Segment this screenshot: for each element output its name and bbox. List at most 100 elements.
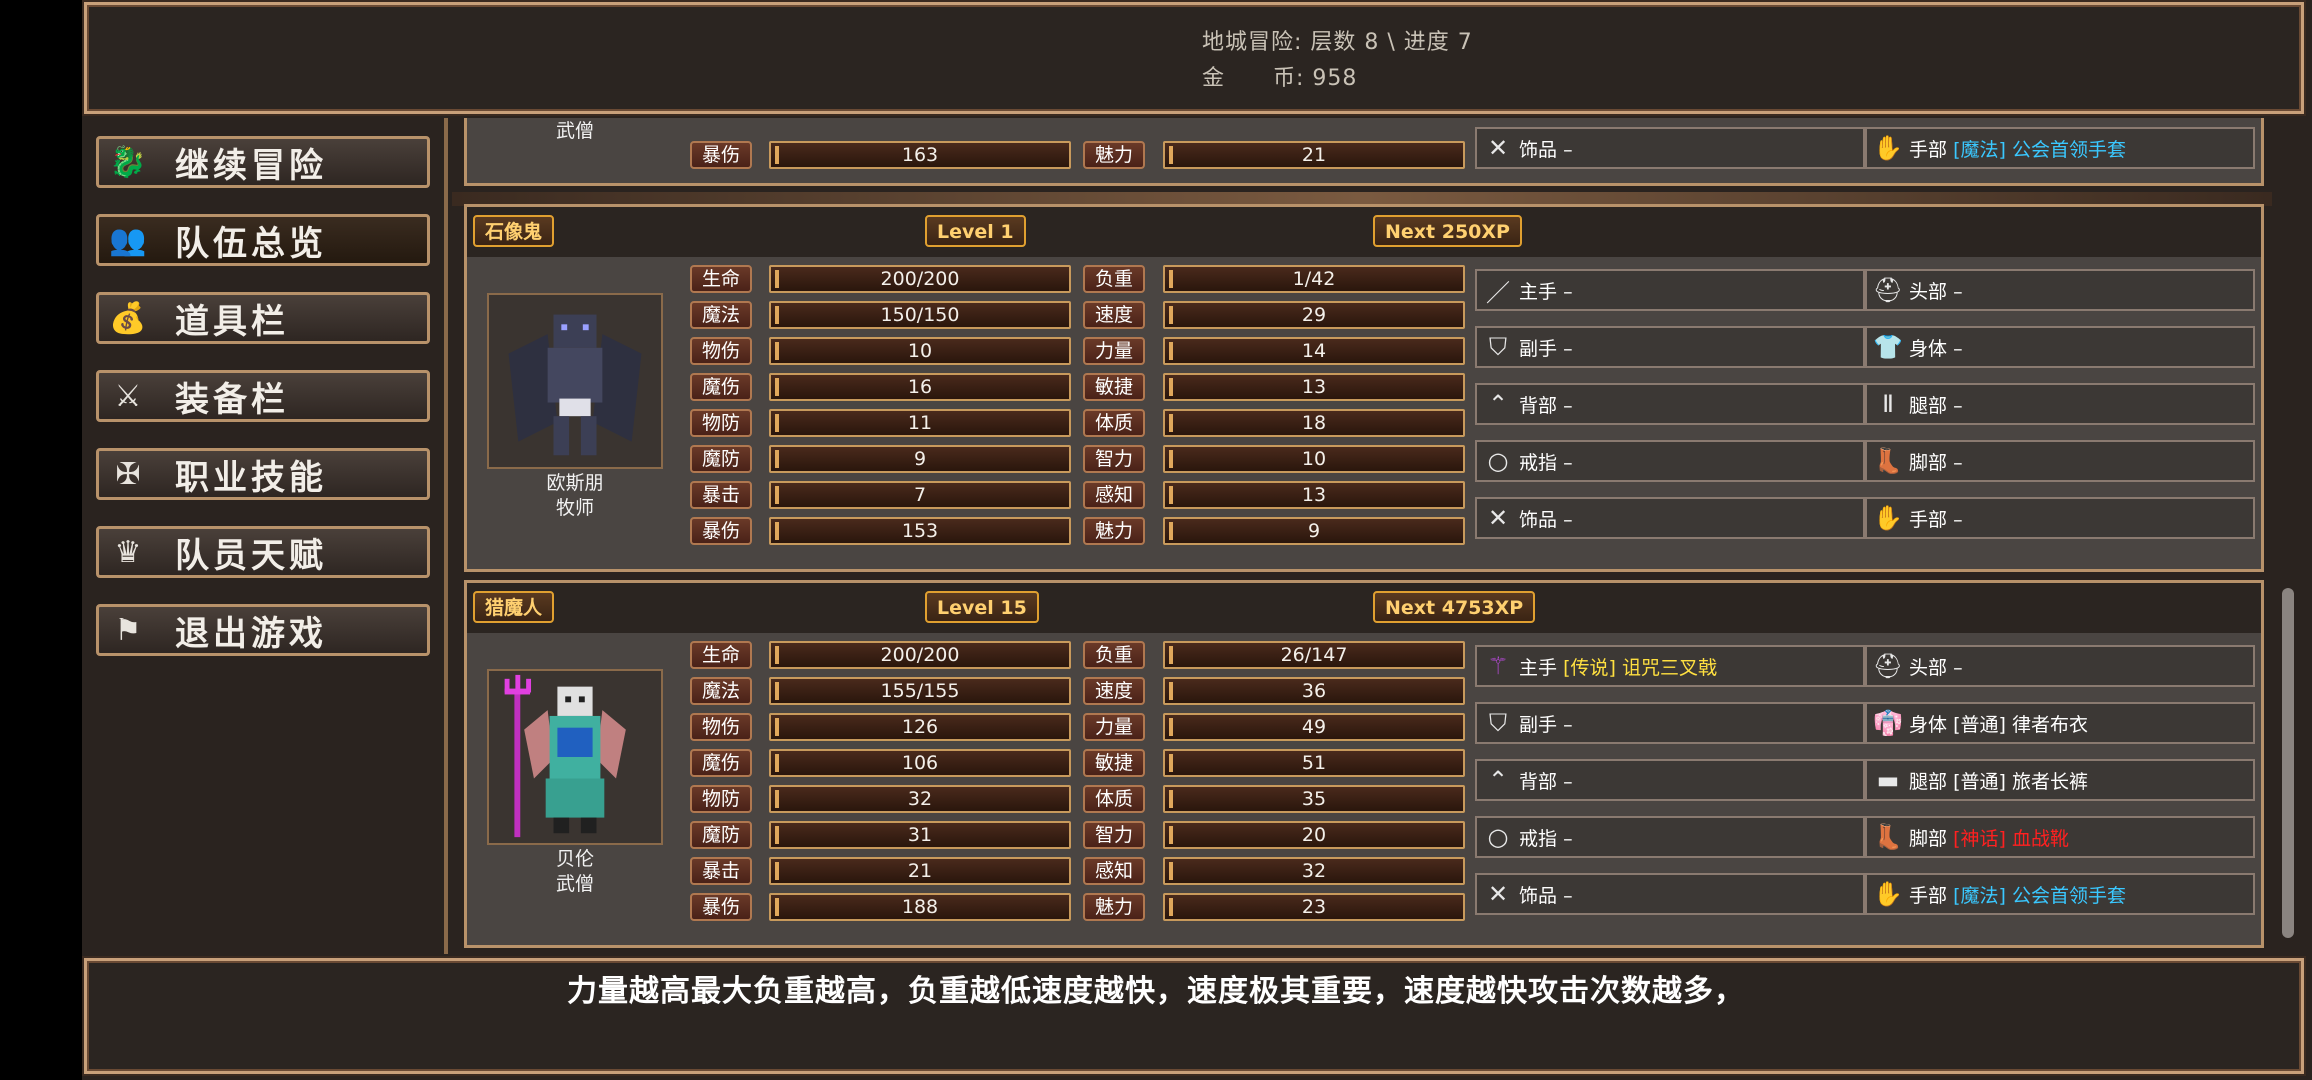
equip-slot[interactable]: ✕ 饰品 – (1475, 497, 1865, 539)
slot-name: 饰品 (1519, 884, 1558, 907)
item-name: 公会首领手套 (2011, 884, 2126, 907)
equip-slot[interactable]: ⌃ 背部 – (1475, 383, 1865, 425)
menu-button-2[interactable]: 💰 道具栏 (96, 292, 430, 344)
equip-slot[interactable]: ✕ 饰品 – (1475, 873, 1865, 915)
menu-button-5[interactable]: ♛ 队员天赋 (96, 526, 430, 578)
equip-slot[interactable]: ✋ 手部 [魔法] 公会首领手套 (1865, 873, 2255, 915)
item-tag: [传说] (1563, 656, 1616, 679)
crossed-tools-icon: ✕ (1487, 134, 1509, 162)
equip-slot[interactable]: ▬ 腿部 [普通] 旅者长裤 (1865, 759, 2255, 801)
member-portrait[interactable] (487, 669, 663, 845)
equip-slot[interactable]: ⚚ 主手 [传说] 诅咒三叉戟 (1475, 645, 1865, 687)
slot-name: 主手 (1519, 656, 1558, 679)
stat-label: 物防 (690, 785, 752, 813)
card-header (467, 583, 2261, 633)
equip-slot[interactable]: ⛑ 头部 – (1865, 269, 2255, 311)
equip-slot-accessory[interactable]: ✕ 饰品 – (1475, 127, 1865, 169)
menu-button-1[interactable]: 👥 队伍总览 (96, 214, 430, 266)
level-tag: Level 15 (925, 591, 1039, 623)
stat-label: 生命 (690, 265, 752, 293)
item-name: 律者布衣 (2011, 713, 2088, 736)
member-card: 石像鬼 Level 1 Next 250XP 欧斯朋 牧师 生命 200/200 … (464, 204, 2264, 572)
gargoyle-sprite (508, 314, 642, 456)
leggings-icon: Ⅱ (1882, 390, 1894, 418)
stat-value: 10 (1163, 445, 1465, 473)
slot-name: 头部 (1909, 280, 1948, 303)
menu-button-0[interactable]: 🐉 继续冒险 (96, 136, 430, 188)
equip-slot[interactable]: 👢 脚部 – (1865, 440, 2255, 482)
stat-value: 106 (769, 749, 1071, 777)
slot-name: 背部 (1519, 770, 1558, 793)
slot-name: 戒指 (1519, 827, 1558, 850)
equip-slot[interactable]: ⛉ 副手 – (1475, 326, 1865, 368)
stat-label: 物伤 (690, 337, 752, 365)
stat-label: 体质 (1083, 409, 1145, 437)
equip-slot[interactable]: ⛑ 头部 – (1865, 645, 2255, 687)
stat-value: 16 (769, 373, 1071, 401)
stat-label: 魅力 (1083, 517, 1145, 545)
equip-slot[interactable]: ○ 戒指 – (1475, 440, 1865, 482)
item-name: – (1563, 827, 1573, 850)
scrollbar-thumb[interactable] (2282, 588, 2294, 938)
tip-text: 力量越高最大负重越高，负重越低速度越快，速度极其重要，速度越快攻击次数越多， (567, 974, 1745, 1009)
equip-slot[interactable]: 👢 脚部 [神话] 血战靴 (1865, 816, 2255, 858)
crossed-tools-icon: ✕ (1487, 504, 1509, 532)
stat-value: 7 (769, 481, 1071, 509)
stat-value: 11 (769, 409, 1071, 437)
stat-label: 感知 (1083, 481, 1145, 509)
member-card-partial: 武僧 暴伤 163 魅力 21 ✕ 饰品 – ✋ 手部 [魔法] 公会首领手套 (464, 118, 2264, 186)
slot-name: 饰品 (1519, 138, 1558, 161)
gloves-icon: ✋ (1873, 134, 1903, 162)
equip-slot[interactable]: 👘 身体 [普通] 律者布衣 (1865, 702, 2255, 744)
equip-slot[interactable]: ○ 戒指 – (1475, 816, 1865, 858)
equip-slot[interactable]: 👕 身体 – (1865, 326, 2255, 368)
equip-slot[interactable]: ⌃ 背部 – (1475, 759, 1865, 801)
menu-label: 继续冒险 (175, 145, 327, 186)
shield-icon: ⛉ (1489, 333, 1507, 361)
item-name: 血战靴 (2011, 827, 2069, 850)
item-name: – (1563, 713, 1573, 736)
item-tag: [神话] (1953, 827, 2006, 850)
flag-icon: ⚑ (114, 612, 142, 648)
equip-slot-hands[interactable]: ✋ 手部 [魔法] 公会首领手套 (1865, 127, 2255, 169)
trident-icon: ⚚ (1487, 652, 1509, 680)
slot-name: 手部 (1909, 884, 1948, 907)
equip-slot[interactable]: Ⅱ 腿部 – (1865, 383, 2255, 425)
equip-slot[interactable]: ⛉ 副手 – (1475, 702, 1865, 744)
item-name: 旅者长裤 (2011, 770, 2088, 793)
stat-value: 49 (1163, 713, 1465, 741)
boots-icon: 👢 (1873, 823, 1903, 851)
ring-icon: ○ (1487, 823, 1509, 851)
slot-name: 头部 (1909, 656, 1948, 679)
slot-name: 副手 (1519, 713, 1558, 736)
equip-slot[interactable]: ✋ 手部 – (1865, 497, 2255, 539)
member-portrait[interactable] (487, 293, 663, 469)
member-title-tag: 石像鬼 (473, 215, 555, 247)
item-name: – (1563, 884, 1573, 907)
item-name: – (1953, 451, 1963, 474)
menu-button-6[interactable]: ⚑ 退出游戏 (96, 604, 430, 656)
stat-label: 生命 (690, 641, 752, 669)
cape-icon: ⌃ (1487, 766, 1509, 794)
gold-amount: 金 币: 958 (1202, 66, 1358, 91)
member-class: 武僧 (555, 873, 594, 895)
shield-icon: ⛉ (1489, 709, 1507, 737)
stat-label: 魔防 (690, 445, 752, 473)
item-name: – (1953, 337, 1963, 360)
item-name: 公会首领手套 (2011, 138, 2126, 161)
equip-slot[interactable]: ／ 主手 – (1475, 269, 1865, 311)
stat-value: 31 (769, 821, 1071, 849)
stat-label: 智力 (1083, 445, 1145, 473)
stat-value: 21 (1163, 141, 1465, 169)
item-name: – (1563, 280, 1573, 303)
member-name: 欧斯朋 (546, 472, 604, 494)
item-name: – (1953, 656, 1963, 679)
item-name: – (1953, 508, 1963, 531)
slot-name: 身体 (1909, 713, 1948, 736)
party-list[interactable]: 武僧 暴伤 163 魅力 21 ✕ 饰品 – ✋ 手部 [魔法] 公会首领手套 … (452, 118, 2272, 954)
menu-button-3[interactable]: ⚔ 装备栏 (96, 370, 430, 422)
header-panel (84, 2, 2304, 114)
winged-sword-icon: ✠ (115, 456, 141, 492)
menu-button-4[interactable]: ✠ 职业技能 (96, 448, 430, 500)
slot-name: 脚部 (1909, 827, 1948, 850)
